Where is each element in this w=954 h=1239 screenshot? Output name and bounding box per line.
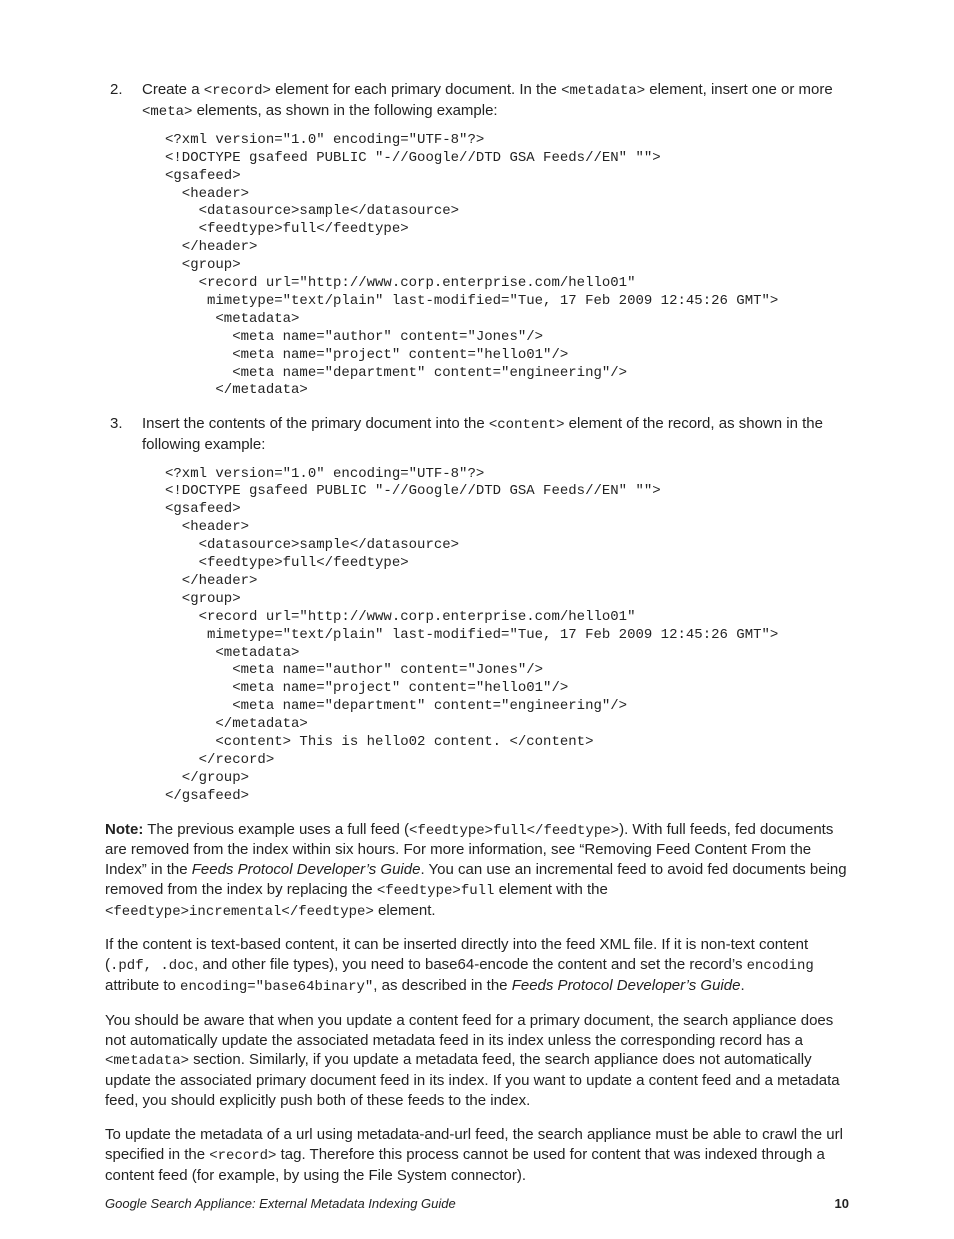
code-inline: .pdf, .doc [110, 958, 194, 974]
step-text: Insert the contents of the primary docum… [142, 414, 849, 455]
step-number: 3. [105, 414, 142, 455]
step-2: 2. Create a <record> element for each pr… [105, 80, 849, 122]
code-inline: <metadata> [105, 1053, 189, 1069]
code-inline: <record> [204, 83, 271, 99]
code-inline: <metadata> [561, 83, 645, 99]
code-inline: <feedtype>incremental</feedtype> [105, 904, 374, 920]
step-number: 2. [105, 80, 142, 122]
page: 2. Create a <record> element for each pr… [0, 0, 954, 1239]
code-inline: <record> [209, 1148, 276, 1164]
code-inline: encoding="base64binary" [180, 979, 373, 995]
page-number: 10 [835, 1196, 849, 1211]
code-inline: <feedtype>full [377, 883, 495, 899]
text: , and other file types), you need to bas… [194, 956, 747, 973]
note-paragraph: Note: The previous example uses a full f… [105, 820, 849, 922]
code-inline: encoding [747, 958, 814, 974]
text: The previous example uses a full feed ( [143, 821, 409, 838]
paragraph-text-content: If the content is text-based content, it… [105, 935, 849, 996]
doc-title-italic: Feeds Protocol Developer’s Guide [512, 977, 741, 994]
note-label: Note: [105, 821, 143, 838]
text: element, insert one or more [645, 81, 833, 98]
code-inline: <meta> [142, 104, 192, 120]
step-text: Create a <record> element for each prima… [142, 80, 849, 122]
step-3: 3. Insert the contents of the primary do… [105, 414, 849, 455]
text: , as described in the [373, 977, 511, 994]
text: element. [374, 902, 436, 919]
paragraph-aware: You should be aware that when you update… [105, 1011, 849, 1111]
text: Insert the contents of the primary docum… [142, 415, 489, 432]
doc-title-italic: Feeds Protocol Developer’s Guide [192, 861, 421, 878]
footer-title: Google Search Appliance: External Metada… [105, 1196, 456, 1211]
text: element with the [494, 881, 607, 898]
text: . [740, 977, 744, 994]
text: You should be aware that when you update… [105, 1012, 833, 1049]
page-footer: Google Search Appliance: External Metada… [105, 1196, 849, 1211]
code-inline: <feedtype>full</feedtype> [409, 823, 619, 839]
code-inline: <content> [489, 417, 565, 433]
code-block-1: <?xml version="1.0" encoding="UTF-8"?> <… [105, 132, 849, 401]
text: Create a [142, 81, 204, 98]
text: attribute to [105, 977, 180, 994]
text: section. Similarly, if you update a meta… [105, 1051, 840, 1109]
text: elements, as shown in the following exam… [192, 102, 497, 119]
code-block-2: <?xml version="1.0" encoding="UTF-8"?> <… [105, 466, 849, 806]
text: element for each primary document. In th… [271, 81, 561, 98]
paragraph-update: To update the metadata of a url using me… [105, 1125, 849, 1185]
